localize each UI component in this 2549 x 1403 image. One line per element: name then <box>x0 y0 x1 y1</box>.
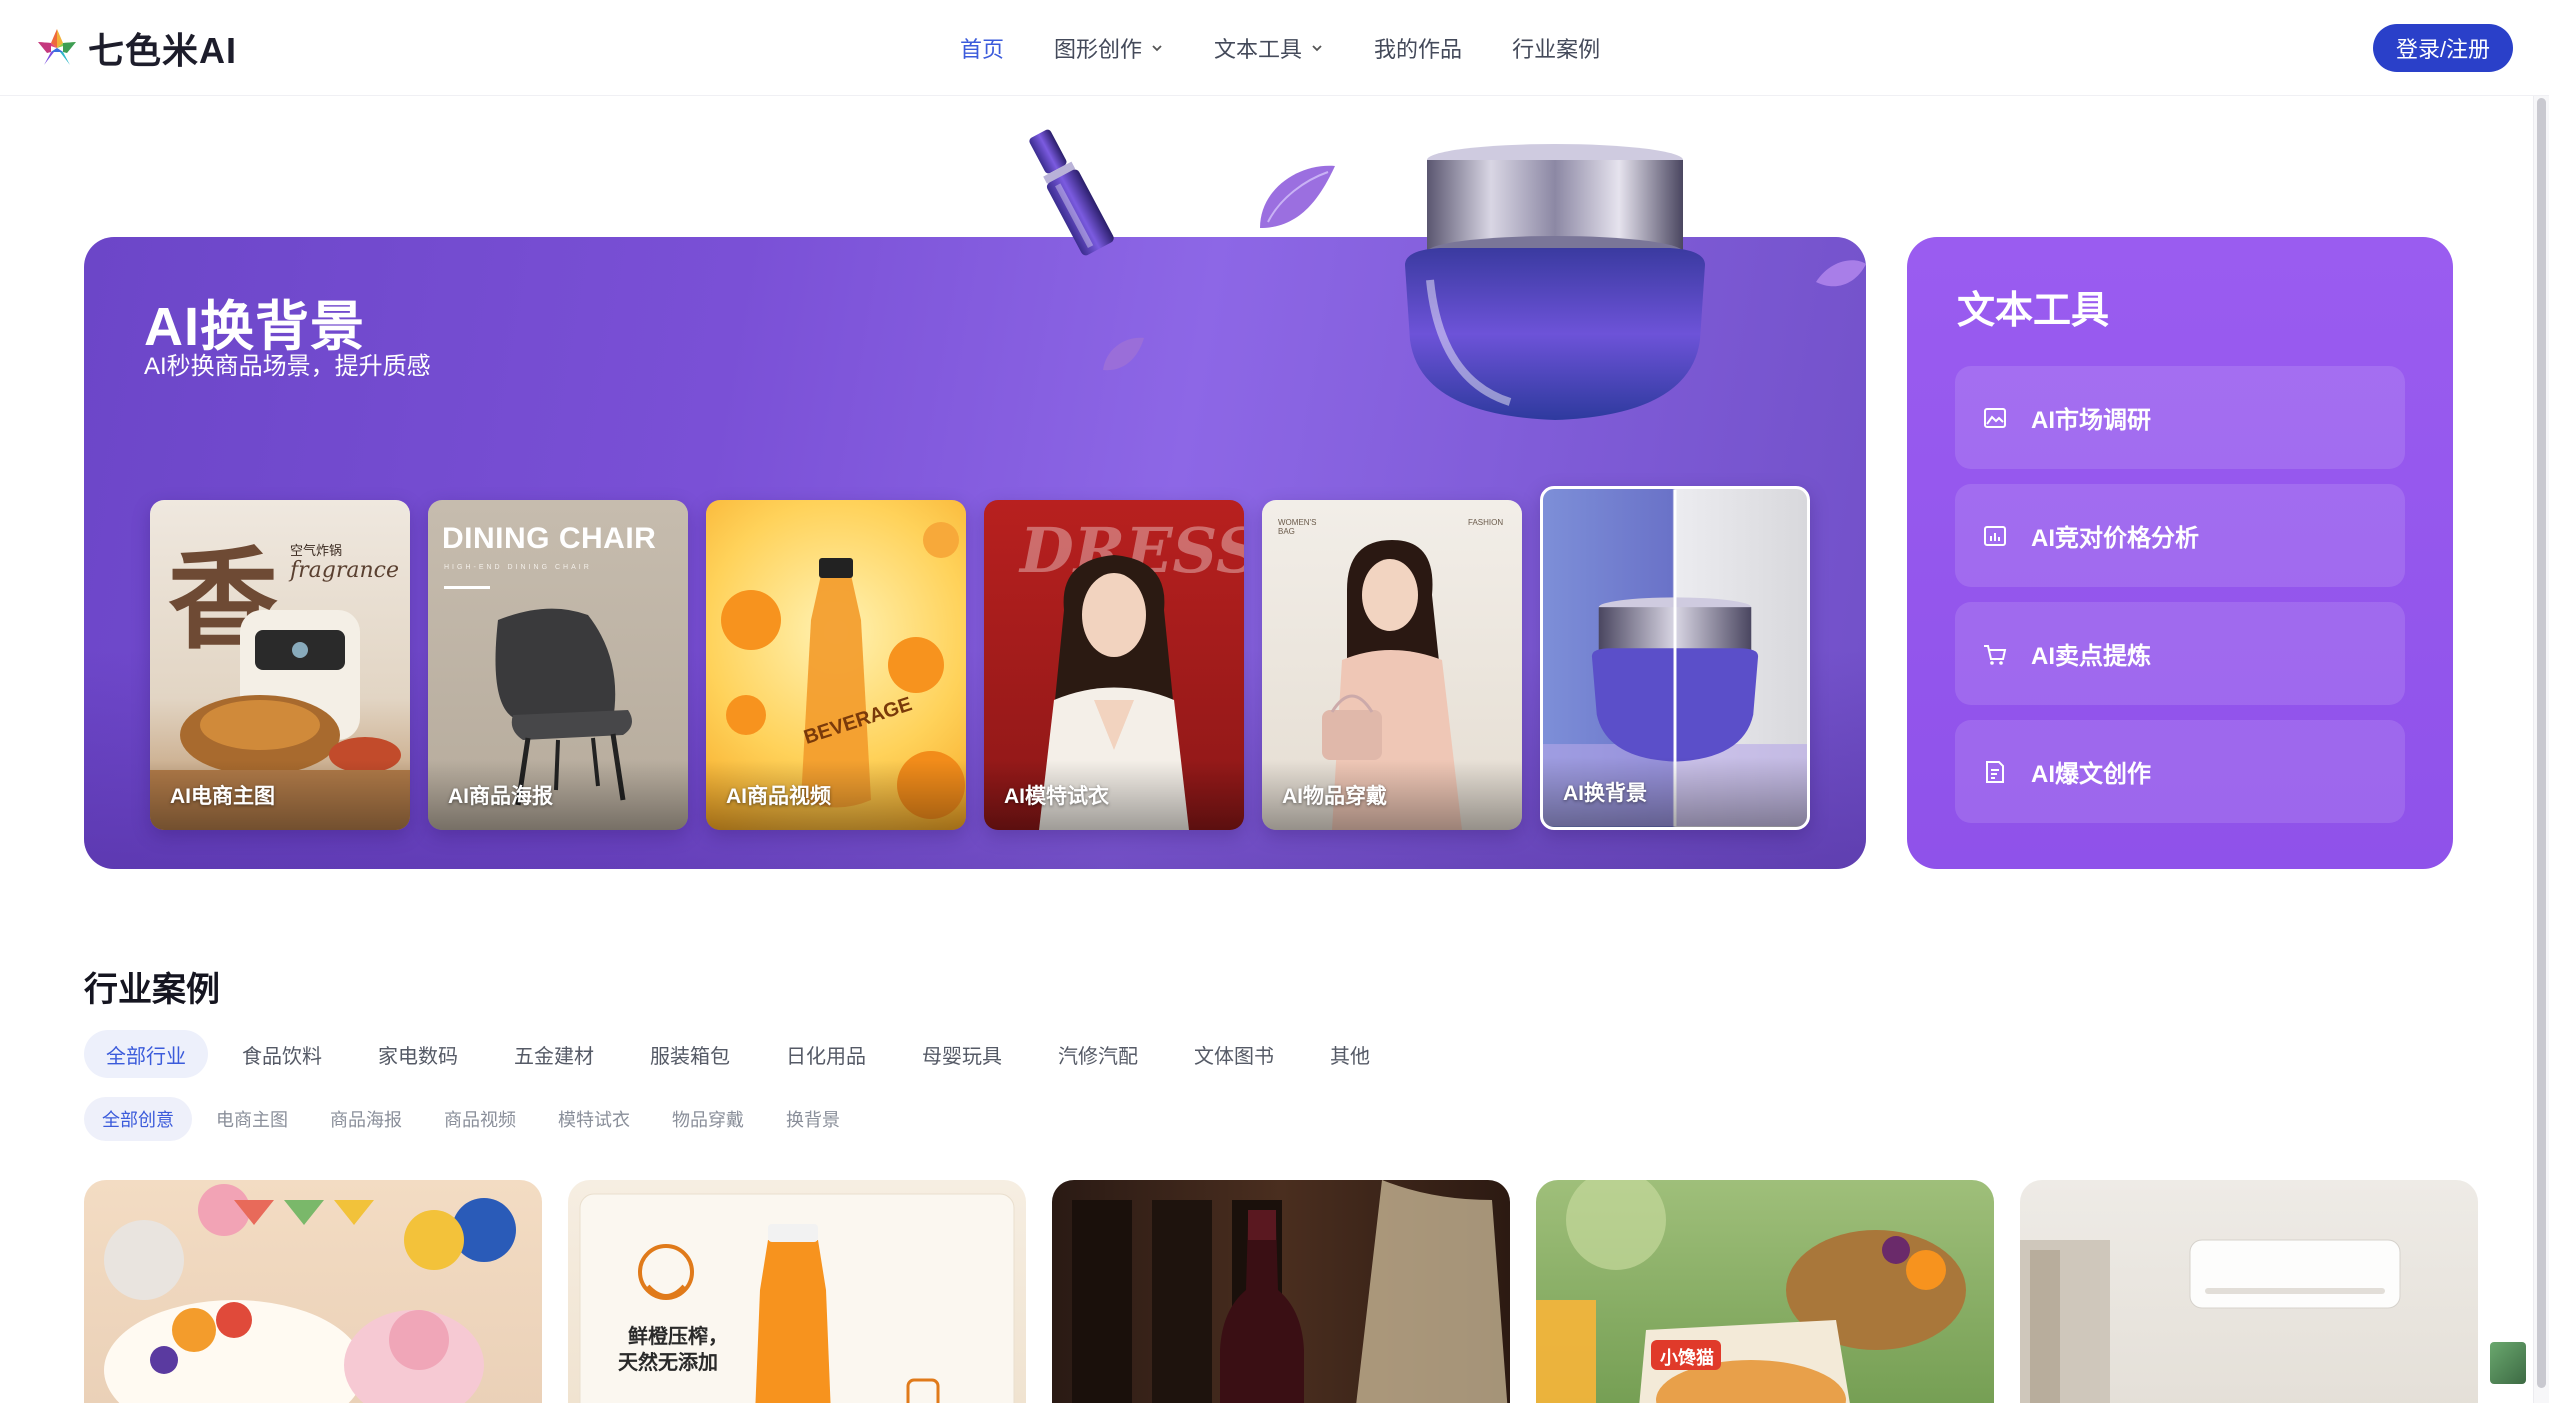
card-label: AI换背景 <box>1563 782 1647 805</box>
tool-label: AI竞对价格分析 <box>2031 525 2199 552</box>
chevron-down-icon <box>1312 45 1322 52</box>
hero-subtitle: AI秒换商品场景，提升质感 <box>144 353 431 380</box>
floating-thumbnail[interactable] <box>2490 1342 2526 1384</box>
filter-creative-chip[interactable]: 电商主图 <box>198 1097 306 1141</box>
nav-my-works[interactable]: 我的作品 <box>1374 32 1462 64</box>
case-card[interactable] <box>2020 1180 2478 1403</box>
image-chart-icon <box>1984 407 2006 428</box>
nav-graphic-creation-label: 图形创作 <box>1054 37 1143 62</box>
nav-industry-cases[interactable]: 行业案例 <box>1512 32 1600 64</box>
nav-text-tools[interactable]: 文本工具 <box>1214 32 1324 64</box>
filter-creative-chip[interactable]: 换背景 <box>768 1097 858 1141</box>
tool-market-research[interactable]: AI市场调研 <box>1955 366 2405 469</box>
main-nav: 首页 图形创作 文本工具 我的作品 行业案例 <box>960 28 1600 68</box>
tool-label: AI爆文创作 <box>2031 761 2151 788</box>
card-label: AI电商主图 <box>170 785 275 808</box>
top-header: 七色米AI 首页 图形创作 文本工具 我的作品 行业案例 登录/注册 <box>0 0 2549 96</box>
filter-creative-chip[interactable]: 商品海报 <box>312 1097 420 1141</box>
text-tools-panel: 文本工具 AI市场调研 AI竞对价格分析 AI卖点提炼 AI爆文创作 <box>1907 237 2453 869</box>
card-label: AI物品穿戴 <box>1282 785 1387 808</box>
tool-label: AI卖点提炼 <box>2031 643 2151 670</box>
logo-text: 七色米AI <box>88 30 238 71</box>
nav-home[interactable]: 首页 <box>960 32 1004 64</box>
nav-industry-cases-label: 行业案例 <box>1512 37 1601 62</box>
tool-label: AI市场调研 <box>2031 407 2151 434</box>
filter-creative-chip[interactable]: 商品视频 <box>426 1097 534 1141</box>
text-tools-title: 文本工具 <box>1957 290 2110 332</box>
cracker-snack-image <box>1536 1180 1966 1403</box>
industry-category-filter: 全部行业 食品饮料 家电数码 五金建材 服装箱包 日化用品 母婴玩具 汽修汽配 … <box>84 1030 1404 1078</box>
page-scrollbar[interactable] <box>2533 96 2549 1403</box>
nav-text-tools-label: 文本工具 <box>1214 37 1303 62</box>
juice-caption-line1: 鲜橙压榨， <box>628 1326 728 1348</box>
case-card[interactable] <box>1052 1180 1510 1403</box>
bar-chart-icon <box>1984 525 2006 546</box>
card-ecommerce-main-image[interactable]: 香 空气炸锅 fragrance AI电商主图 <box>150 500 410 830</box>
nav-home-label: 首页 <box>960 37 1005 62</box>
case-gallery: 鲜橙压榨， 天然无添加 小馋猫 <box>84 1180 2478 1403</box>
login-register-button[interactable]: 登录/注册 <box>2373 24 2513 72</box>
tool-price-analysis[interactable]: AI竞对价格分析 <box>1955 484 2405 587</box>
scrollbar-thumb[interactable] <box>2537 98 2546 1388</box>
petal-image <box>1260 165 1335 228</box>
card-change-background[interactable]: AI换背景 <box>1540 486 1810 830</box>
card-label: AI模特试衣 <box>1004 785 1109 808</box>
case-card[interactable]: 小馋猫 <box>1536 1180 1994 1403</box>
air-conditioner-image <box>2020 1239 2401 1403</box>
serum-bottle-image <box>1029 129 1114 256</box>
shopping-cart-icon <box>1984 644 2007 665</box>
filter-category-chip[interactable]: 日化用品 <box>764 1030 888 1078</box>
industry-cases-title: 行业案例 <box>84 971 220 1009</box>
filter-creative-chip[interactable]: 物品穿戴 <box>654 1097 762 1141</box>
nav-graphic-creation[interactable]: 图形创作 <box>1054 32 1164 64</box>
logo-flower-icon <box>38 29 76 65</box>
card-model-try-on[interactable]: DRESS AI模特试衣 <box>984 500 1244 830</box>
birthday-cake-image <box>104 1184 516 1403</box>
card-label: AI商品海报 <box>448 785 553 808</box>
filter-category-chip[interactable]: 汽修汽配 <box>1036 1030 1160 1078</box>
card-item-wearing[interactable]: WOMEN'S BAG FASHION AI物品穿戴 <box>1262 500 1522 830</box>
case-card[interactable] <box>84 1180 542 1403</box>
filter-category-chip[interactable]: 食品饮料 <box>220 1030 344 1078</box>
wine-bottle-image <box>1072 1180 1508 1403</box>
filter-category-chip[interactable]: 五金建材 <box>492 1030 616 1078</box>
filter-category-chip[interactable]: 家电数码 <box>356 1030 480 1078</box>
filter-category-chip[interactable]: 全部行业 <box>84 1030 208 1078</box>
juice-caption-line2: 天然无添加 <box>618 1352 718 1374</box>
filter-category-chip[interactable]: 文体图书 <box>1172 1030 1296 1078</box>
chevron-down-icon <box>1152 45 1162 52</box>
petal-image <box>1103 337 1144 371</box>
tool-viral-article[interactable]: AI爆文创作 <box>1955 720 2405 823</box>
filter-category-chip[interactable]: 服装箱包 <box>628 1030 752 1078</box>
nav-my-works-label: 我的作品 <box>1374 37 1463 62</box>
card-product-video[interactable]: BEVERAGE AI商品视频 <box>706 500 966 830</box>
snack-badge: 小馋猫 <box>1660 1348 1714 1368</box>
hero-feature-cards: 香 空气炸锅 fragrance AI电商主图 DINING CHAIR HIG… <box>150 486 1810 830</box>
card-label: AI商品视频 <box>726 785 831 808</box>
filter-creative-chip[interactable]: 全部创意 <box>84 1097 192 1141</box>
filter-category-chip[interactable]: 母婴玩具 <box>900 1030 1024 1078</box>
logo[interactable]: 七色米AI <box>34 22 237 74</box>
filter-category-chip[interactable]: 其他 <box>1308 1030 1392 1078</box>
case-card[interactable]: 鲜橙压榨， 天然无添加 <box>568 1180 1026 1403</box>
document-edit-icon <box>1986 760 2004 783</box>
card-product-poster[interactable]: DINING CHAIR HIGH-END DINING CHAIR AI商品海… <box>428 500 688 830</box>
filter-creative-chip[interactable]: 模特试衣 <box>540 1097 648 1141</box>
tool-selling-points[interactable]: AI卖点提炼 <box>1955 602 2405 705</box>
cream-jar-image <box>1405 144 1705 420</box>
petal-image <box>1816 260 1866 287</box>
creative-type-filter: 全部创意 电商主图 商品海报 商品视频 模特试衣 物品穿戴 换背景 <box>84 1097 864 1141</box>
